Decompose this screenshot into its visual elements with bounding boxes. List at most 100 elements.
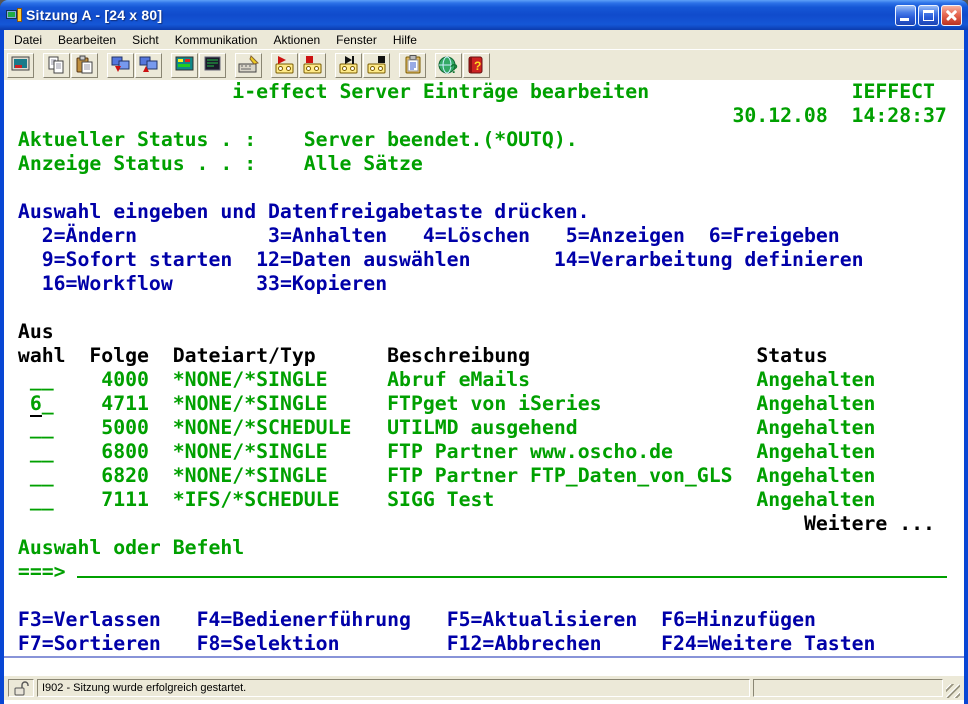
clipboard-icon: [402, 55, 424, 75]
terminal-row: 30.12.08 14:28:37: [6, 104, 964, 128]
terminal-text: Beschreibung: [387, 344, 530, 367]
terminal-text: Auswahl oder Befehl: [18, 536, 244, 559]
terminal-text: Folge: [89, 344, 149, 367]
minimize-button[interactable]: [895, 5, 916, 26]
terminal-text: F6=Hinzufügen: [661, 608, 816, 631]
terminal-row: [6, 296, 964, 320]
terminal-text: Angehalten: [756, 440, 875, 463]
selection-field[interactable]: __: [30, 416, 54, 439]
selection-field[interactable]: __: [30, 368, 54, 391]
titlebar[interactable]: Sitzung A - [24 x 80]: [0, 0, 968, 30]
menu-item-kommunikation[interactable]: Kommunikation: [167, 31, 266, 49]
close-button[interactable]: [941, 5, 962, 26]
terminal-text: *NONE/*SINGLE: [173, 464, 328, 487]
record-macro-icon: [366, 55, 388, 75]
terminal-text: FTP Partner FTP_Daten_von_GLS: [387, 464, 732, 487]
help-book-button[interactable]: ?: [463, 53, 490, 78]
terminal-text: Abruf eMails: [387, 368, 530, 391]
maximize-button[interactable]: [918, 5, 939, 26]
terminal-row: Aus: [6, 320, 964, 344]
clipboard-button[interactable]: [399, 53, 426, 78]
terminal-text: IEFFECT: [852, 80, 935, 103]
terminal-text: i-effect Server Einträge bearbeiten: [232, 80, 649, 103]
terminal-row: i-effect Server Einträge bearbeiten IEFF…: [6, 80, 964, 104]
terminal-text: 6=Freigeben: [709, 224, 840, 247]
play-macro-button[interactable]: [271, 53, 298, 78]
menu-item-sicht[interactable]: Sicht: [124, 31, 167, 49]
toolbar-group: [271, 53, 327, 78]
keyboard-setup-button[interactable]: [235, 53, 262, 78]
terminal-text: 2=Ändern: [42, 224, 137, 247]
menu-item-aktionen[interactable]: Aktionen: [265, 31, 328, 49]
terminal-text: F3=Verlassen: [18, 608, 161, 631]
menu-item-fenster[interactable]: Fenster: [328, 31, 385, 49]
terminal-text: 16=Workflow: [42, 272, 173, 295]
display-settings-icon: [174, 55, 196, 75]
connection-status-cell: [8, 679, 34, 697]
terminal-text: 5000: [101, 416, 149, 439]
selection-field[interactable]: __: [30, 440, 54, 463]
session-screen-button[interactable]: [199, 53, 226, 78]
print-screen-button[interactable]: [7, 53, 34, 78]
terminal-row: Auswahl oder Befehl: [6, 536, 964, 560]
receive-file-icon: [138, 55, 160, 75]
svg-text:?: ?: [450, 61, 458, 75]
terminal-text: wahl: [18, 344, 66, 367]
session-window-icon: [6, 7, 22, 23]
minimize-icon: [900, 18, 909, 21]
window-title: Sitzung A - [24 x 80]: [26, 7, 893, 23]
terminal-text: ===>: [18, 560, 66, 583]
terminal-text: 3=Anhalten: [268, 224, 387, 247]
terminal-text: 6820: [101, 464, 149, 487]
terminal-text: 12=Daten auswählen: [256, 248, 470, 271]
www-help-button[interactable]: ?: [435, 53, 462, 78]
terminal-text: 7111: [101, 488, 149, 511]
display-settings-button[interactable]: [171, 53, 198, 78]
toolbar-group: [7, 53, 35, 78]
terminal-text: Angehalten: [756, 416, 875, 439]
selection-field[interactable]: __: [30, 464, 54, 487]
receive-file-button[interactable]: [135, 53, 162, 78]
terminal-text: Angehalten: [756, 368, 875, 391]
terminal-text: F8=Selektion: [197, 632, 340, 655]
terminal-text: 30.12.08 14:28:37: [732, 104, 946, 127]
session-window: Sitzung A - [24 x 80] DateiBearbeitenSic…: [0, 0, 968, 704]
terminal-row: 9=Sofort starten 12=Daten auswählen 14=V…: [6, 248, 964, 272]
paste-button[interactable]: [71, 53, 98, 78]
menu-item-hilfe[interactable]: Hilfe: [385, 31, 425, 49]
terminal-row: __ 7111 *IFS/*SCHEDULE SIGG Test Angehal…: [6, 488, 964, 512]
terminal-text: 9=Sofort starten: [42, 248, 233, 271]
selection-field[interactable]: __: [30, 488, 54, 511]
unlocked-padlock-icon: [13, 680, 29, 696]
terminal-screen[interactable]: i-effect Server Einträge bearbeiten IEFF…: [4, 80, 964, 656]
terminal-bottom-gap: [4, 658, 964, 676]
menu-item-datei[interactable]: Datei: [6, 31, 50, 49]
step-macro-button[interactable]: [335, 53, 362, 78]
terminal-row: Auswahl eingeben und Datenfreigabetaste …: [6, 200, 964, 224]
maximize-icon: [923, 10, 934, 21]
status-message: I902 - Sitzung wurde erfolgreich gestart…: [37, 679, 750, 697]
svg-text:?: ?: [474, 59, 481, 73]
menu-item-bearbeiten[interactable]: Bearbeiten: [50, 31, 124, 49]
terminal-row: [6, 176, 964, 200]
record-macro-button[interactable]: [363, 53, 390, 78]
copy-icon: [46, 55, 68, 75]
terminal-text: Server beendet.(*OUTQ).: [304, 128, 578, 151]
terminal-row: F3=Verlassen F4=Bedienerführung F5=Aktua…: [6, 608, 964, 632]
terminal-text: Auswahl eingeben und Datenfreigabetaste …: [18, 200, 590, 223]
resize-grip[interactable]: [946, 684, 960, 698]
toolbar-group: ??: [435, 53, 491, 78]
terminal-text: 14=Verarbeitung definieren: [554, 248, 864, 271]
terminal-text: F7=Sortieren: [18, 632, 161, 655]
stop-macro-icon: [302, 55, 324, 75]
terminal-row: __ 5000 *NONE/*SCHEDULE UTILMD ausgehend…: [6, 416, 964, 440]
stop-macro-button[interactable]: [299, 53, 326, 78]
terminal-row: [6, 584, 964, 608]
copy-button[interactable]: [43, 53, 70, 78]
command-input[interactable]: [77, 561, 946, 578]
toolbar-group: [43, 53, 99, 78]
send-file-button[interactable]: [107, 53, 134, 78]
selection-field[interactable]: 6_: [30, 392, 54, 415]
toolbar-group: [399, 53, 427, 78]
terminal-text: 4000: [101, 368, 149, 391]
